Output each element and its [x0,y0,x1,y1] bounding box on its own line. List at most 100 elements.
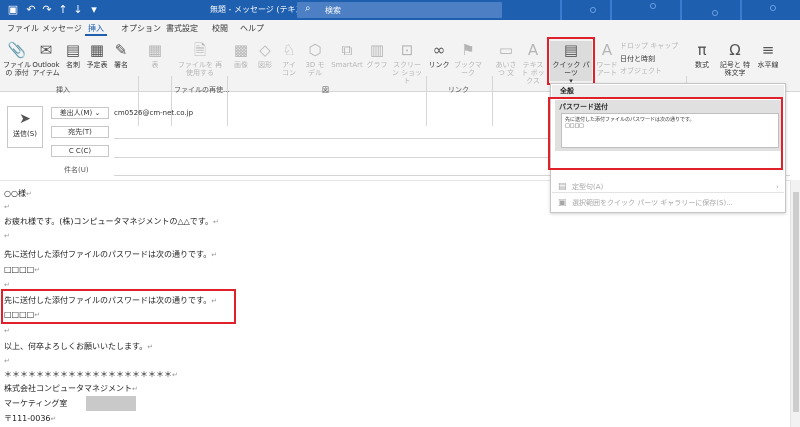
body-line: ↵ [4,203,10,211]
screenshot-button[interactable]: ⊡ スクリーン ショット [390,41,424,85]
smartart-button[interactable]: ⧉ SmartArt [330,41,364,69]
group-label-insert: 挿入 [56,86,70,94]
group-label-links: リンク [448,86,469,94]
envelope-icon: ✉ [39,41,53,59]
greeting-button[interactable]: ▭ あいさつ 文 [494,41,518,77]
image-icon: ▩ [233,41,249,59]
body-line: 先に送付した添付ファイルのパスワードは次の通りです。↵ [4,250,218,259]
outlook-item-button[interactable]: ✉ Outlook アイテム [32,41,60,77]
body-line: お疲れ様です。(株)コンピュータマネジメントの△△です。↵ [4,217,219,226]
tab-options[interactable]: オプション [121,23,161,34]
equation-button[interactable]: π 数式 [690,41,714,69]
to-input[interactable] [114,138,554,139]
scrollbar-thumb[interactable] [793,192,799,412]
signature-icon: ✎ [114,41,128,59]
save-selection-menu-item[interactable]: ▣ 選択範囲をクイック パーツ ギャラリーに保存(S)... [552,196,784,210]
datetime-button[interactable]: 日付と時刻 [620,54,655,64]
table-button[interactable]: ▦ 表 [142,41,168,69]
group-label-illustrations: 図 [322,86,329,94]
save-icon[interactable]: ▣ [6,3,20,17]
icons-button[interactable]: ♘ アイ コン [278,41,300,77]
paperclip-icon: 📎 [7,41,27,59]
card-icon: ▤ [65,41,81,59]
dropcap-button[interactable]: ドロップ キャップ [620,41,678,51]
bookmark-icon: ⚑ [461,41,475,59]
body-line: ↵ [4,357,10,365]
body-line: □□□□↵ [4,265,41,274]
title-bar: ▣ ↶ ↷ ↑ ↓ ▾ 無題 - メッセージ (テキスト形式) ⌕ 検索 [0,0,800,20]
body-line: ＊＊＊＊＊＊＊＊＊＊＊＊＊＊＊＊＊＊＊＊＊↵ [4,370,178,379]
chevron-down-icon: ⌄ [94,109,101,117]
group-separator [227,76,228,126]
highlight-quick-parts [547,37,595,85]
calendar-icon: ▦ [89,41,105,59]
title-decoration [650,3,656,9]
group-separator [492,76,493,126]
wordart-button[interactable]: A ワード アート [594,41,620,77]
search-placeholder: 検索 [325,6,341,15]
title-decoration [680,0,682,20]
3d-model-button[interactable]: ⬡ 3D モデル [302,41,328,77]
send-button[interactable]: ➤ 送信(S) [7,106,43,148]
chart-icon: ▥ [369,41,385,59]
tab-review[interactable]: 校閲 [212,23,228,34]
link-button[interactable]: ∞ リンク [428,41,450,69]
title-decoration [740,0,742,20]
search-box[interactable]: ⌕ 検索 [297,2,502,18]
to-button[interactable]: 宛先(T) [51,126,109,138]
object-button[interactable]: オブジェクト [620,66,662,76]
textbox-button[interactable]: A テキスト ボックス [520,41,546,85]
undo-icon[interactable]: ↶ [24,3,38,17]
group-separator [426,76,427,126]
title-decoration [712,10,718,16]
down-icon[interactable]: ↓ [71,3,85,17]
reuse-file-button[interactable]: 🗎 ファイルを 再使用する [176,41,224,77]
chart-button[interactable]: ▥ グラフ [366,41,388,69]
highlight-inserted-text [1,289,236,324]
images-button[interactable]: ▩ 画像 [230,41,252,69]
calendar-button[interactable]: ▦ 予定表 [85,41,109,69]
from-button[interactable]: 差出人(M) ⌄ [51,107,109,119]
shapes-button[interactable]: ◇ 図形 [254,41,276,69]
screenshot-icon: ⊡ [400,41,414,59]
cc-button[interactable]: C C(C) [51,145,109,157]
group-label-file-reuse: ファイルの再使... [174,86,230,94]
horizontal-line-icon: ≡ [761,41,775,59]
from-address: cm0526@cm-net.co.jp [114,109,194,117]
tab-insert[interactable]: 挿入 [88,23,104,34]
redo-icon[interactable]: ↷ [40,3,54,17]
highlight-quick-part-entry [548,97,783,170]
cube-icon: ⬡ [308,41,322,59]
body-line: 〒111-0036↵ [4,414,57,423]
shapes-icon: ◇ [259,41,271,59]
link-icon: ∞ [432,41,446,59]
tab-help[interactable]: ヘルプ [240,23,264,34]
title-decoration [770,5,776,11]
search-icon: ⌕ [305,3,311,14]
pi-icon: π [697,41,707,59]
body-line: ↵ [4,232,10,240]
menu-separator [552,192,784,193]
menu-bar: ファイル メッセージ 挿入 オプション 書式設定 校閲 ヘルプ [0,20,800,36]
body-line: ○○様↵ [4,189,32,198]
tab-format[interactable]: 書式設定 [166,23,198,34]
horizontal-line-button[interactable]: ≡ 水平線 [754,41,782,69]
business-card-button[interactable]: ▤ 名刺 [62,41,84,69]
title-decoration [610,0,612,20]
bookmark-button[interactable]: ⚑ ブックマーク [452,41,484,77]
vertical-scrollbar[interactable] [790,180,800,427]
save-gallery-icon: ▣ [558,198,567,208]
omega-icon: Ω [729,41,741,59]
textbox-icon: A [527,41,539,59]
attach-file-button[interactable]: 📎 ファイルの 添付 [2,41,32,77]
redacted-name [86,396,136,411]
signature-button[interactable]: ✎ 署名 [110,41,132,69]
up-icon[interactable]: ↑ [56,3,70,17]
customize-icon[interactable]: ▾ [87,3,101,17]
symbol-button[interactable]: Ω 記号と 特殊文字 [718,41,752,77]
tab-message[interactable]: メッセージ [42,23,82,34]
tab-file[interactable]: ファイル [7,23,39,34]
gallery-category: 全般 [552,85,784,97]
cc-input[interactable] [114,157,554,158]
icons-icon: ♘ [282,41,296,59]
